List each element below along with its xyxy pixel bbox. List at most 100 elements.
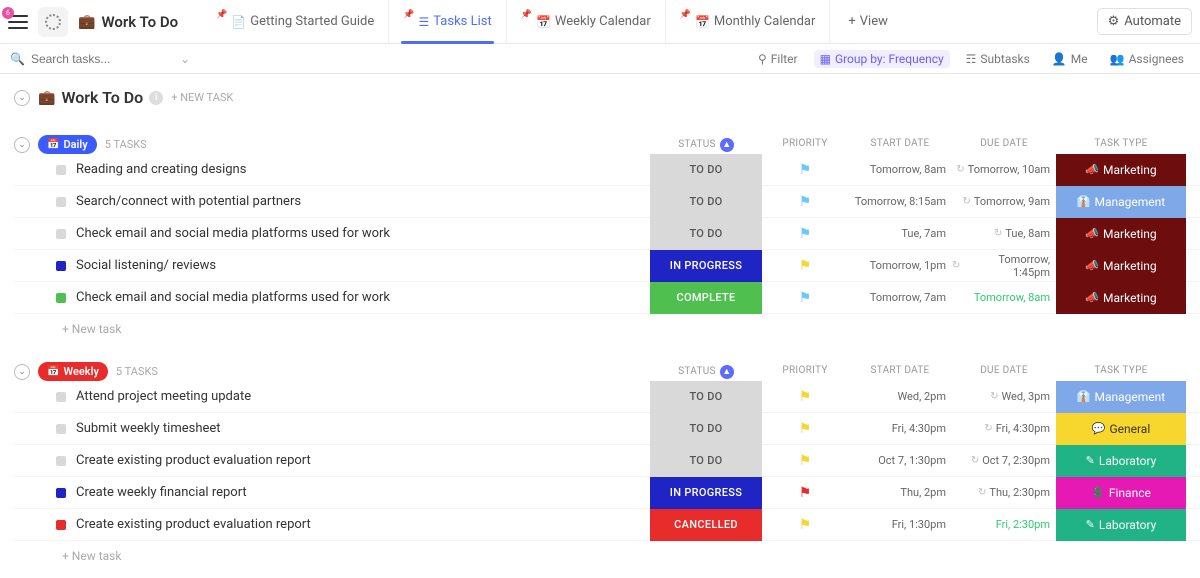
view-tab-weekly-calendar[interactable]: 📌📅Weekly Calendar: [507, 0, 666, 44]
status-pill[interactable]: IN PROGRESS: [650, 250, 762, 282]
priority-flag[interactable]: ⚑: [762, 258, 848, 274]
task-name[interactable]: Search/connect with potential partners: [76, 194, 301, 209]
subtasks-button[interactable]: ☶Subtasks: [960, 50, 1036, 68]
priority-flag[interactable]: ⚑: [762, 226, 848, 242]
col-start-date[interactable]: START DATE: [848, 138, 952, 152]
menu-button[interactable]: 6: [8, 15, 28, 29]
priority-flag[interactable]: ⚑: [762, 485, 848, 501]
new-task-button[interactable]: + New task: [14, 541, 1200, 571]
status-square-icon[interactable]: [56, 392, 66, 402]
status-pill[interactable]: COMPLETE: [650, 282, 762, 314]
priority-flag[interactable]: ⚑: [762, 517, 848, 533]
task-name[interactable]: Create existing product evaluation repor…: [76, 453, 311, 468]
status-square-icon[interactable]: [56, 261, 66, 271]
priority-flag[interactable]: ⚑: [762, 290, 848, 306]
start-date[interactable]: Tomorrow, 8am: [848, 163, 952, 176]
assignees-button[interactable]: 👥Assignees: [1104, 50, 1190, 68]
due-date[interactable]: ↻Wed, 3pm: [952, 390, 1056, 403]
start-date[interactable]: Thu, 2pm: [848, 486, 952, 499]
status-square-icon[interactable]: [56, 520, 66, 530]
start-date[interactable]: Wed, 2pm: [848, 390, 952, 403]
status-pill[interactable]: TO DO: [650, 381, 762, 413]
due-date[interactable]: ↻Oct 7, 2:30pm: [952, 454, 1056, 467]
status-pill[interactable]: TO DO: [650, 218, 762, 250]
task-type-pill[interactable]: 👔Management: [1056, 381, 1186, 413]
start-date[interactable]: Oct 7, 1:30pm: [848, 454, 952, 467]
group-pill[interactable]: 📅Daily: [38, 135, 97, 154]
new-task-button[interactable]: + New task: [14, 314, 1200, 344]
task-type-pill[interactable]: 📣Marketing: [1056, 154, 1186, 186]
task-row[interactable]: Social listening/ reviews IN PROGRESS ⚑ …: [14, 250, 1200, 282]
me-button[interactable]: 👤Me: [1046, 50, 1094, 68]
start-date[interactable]: Fri, 1:30pm: [848, 518, 952, 531]
task-row[interactable]: Submit weekly timesheet TO DO ⚑ Fri, 4:3…: [14, 413, 1200, 445]
collapse-all-button[interactable]: ⌄: [14, 90, 30, 106]
task-name[interactable]: Create existing product evaluation repor…: [76, 517, 311, 532]
status-pill[interactable]: TO DO: [650, 445, 762, 477]
due-date[interactable]: Tomorrow, 8am: [952, 291, 1056, 304]
automate-button[interactable]: ⚙ Automate: [1097, 8, 1192, 35]
priority-flag[interactable]: ⚑: [762, 389, 848, 405]
view-tab-getting-started-guide[interactable]: 📌📄Getting Started Guide: [202, 0, 389, 44]
col-priority[interactable]: PRIORITY: [762, 138, 848, 152]
task-type-pill[interactable]: 👔Management: [1056, 186, 1186, 218]
task-row[interactable]: Check email and social media platforms u…: [14, 218, 1200, 250]
group-pill[interactable]: 📅Weekly: [38, 362, 108, 381]
priority-flag[interactable]: ⚑: [762, 194, 848, 210]
due-date[interactable]: ↻Tomorrow, 10am: [952, 163, 1056, 176]
collapse-group-button[interactable]: ⌄: [14, 364, 30, 380]
due-date[interactable]: ↻Thu, 2:30pm: [952, 486, 1056, 499]
task-name[interactable]: Submit weekly timesheet: [76, 421, 221, 436]
collapse-group-button[interactable]: ⌄: [14, 137, 30, 153]
status-pill[interactable]: TO DO: [650, 154, 762, 186]
priority-flag[interactable]: ⚑: [762, 421, 848, 437]
task-type-pill[interactable]: ✎Laboratory: [1056, 445, 1186, 477]
chevron-down-icon[interactable]: ⌄: [180, 52, 190, 66]
task-type-pill[interactable]: 📣Marketing: [1056, 282, 1186, 314]
priority-flag[interactable]: ⚑: [762, 162, 848, 178]
filter-button[interactable]: ⚲Filter: [752, 50, 804, 68]
status-pill[interactable]: TO DO: [650, 186, 762, 218]
status-pill[interactable]: CANCELLED: [650, 509, 762, 541]
task-row[interactable]: Attend project meeting update TO DO ⚑ We…: [14, 381, 1200, 413]
task-type-pill[interactable]: 💲Finance: [1056, 477, 1186, 509]
status-square-icon[interactable]: [56, 456, 66, 466]
task-type-pill[interactable]: ✎Laboratory: [1056, 509, 1186, 541]
task-name[interactable]: Check email and social media platforms u…: [76, 226, 390, 241]
status-square-icon[interactable]: [56, 165, 66, 175]
start-date[interactable]: Tomorrow, 1pm: [848, 259, 952, 272]
col-due-date[interactable]: DUE DATE: [952, 138, 1056, 152]
priority-flag[interactable]: ⚑: [762, 453, 848, 469]
task-type-pill[interactable]: 💬General: [1056, 413, 1186, 445]
due-date[interactable]: ↻Tue, 8am: [952, 227, 1056, 240]
task-name[interactable]: Create weekly financial report: [76, 485, 247, 500]
start-date[interactable]: Tue, 7am: [848, 227, 952, 240]
task-row[interactable]: Reading and creating designs TO DO ⚑ Tom…: [14, 154, 1200, 186]
task-type-pill[interactable]: 📣Marketing: [1056, 250, 1186, 282]
start-date[interactable]: Tomorrow, 8:15am: [848, 195, 952, 208]
due-date[interactable]: Fri, 2:30pm: [952, 518, 1056, 531]
search-box[interactable]: 🔍: [10, 52, 170, 66]
task-name[interactable]: Check email and social media platforms u…: [76, 290, 390, 305]
new-task-button-header[interactable]: + NEW TASK: [171, 91, 233, 104]
space-title[interactable]: 💼 Work To Do: [78, 13, 178, 31]
task-name[interactable]: Attend project meeting update: [76, 389, 251, 404]
task-type-pill[interactable]: 📣Marketing: [1056, 218, 1186, 250]
task-row[interactable]: Check email and social media platforms u…: [14, 282, 1200, 314]
group-by-button[interactable]: ▦Group by: Frequency: [814, 50, 950, 68]
view-tab-tasks-list[interactable]: 📌☰Tasks List: [389, 0, 506, 44]
task-name[interactable]: Reading and creating designs: [76, 162, 246, 177]
view-tab-monthly-calendar[interactable]: 📌📅Monthly Calendar: [666, 0, 831, 44]
col-task-type[interactable]: TASK TYPE: [1056, 138, 1186, 152]
start-date[interactable]: Fri, 4:30pm: [848, 422, 952, 435]
status-pill[interactable]: IN PROGRESS: [650, 477, 762, 509]
status-pill[interactable]: TO DO: [650, 413, 762, 445]
task-row[interactable]: Create existing product evaluation repor…: [14, 445, 1200, 477]
col-status[interactable]: STATUS▲: [650, 365, 762, 379]
status-square-icon[interactable]: [56, 424, 66, 434]
due-date[interactable]: ↻Tomorrow, 1:45pm: [952, 253, 1056, 279]
info-icon[interactable]: i: [149, 91, 163, 105]
status-square-icon[interactable]: [56, 293, 66, 303]
task-name[interactable]: Social listening/ reviews: [76, 258, 216, 273]
task-row[interactable]: Search/connect with potential partners T…: [14, 186, 1200, 218]
